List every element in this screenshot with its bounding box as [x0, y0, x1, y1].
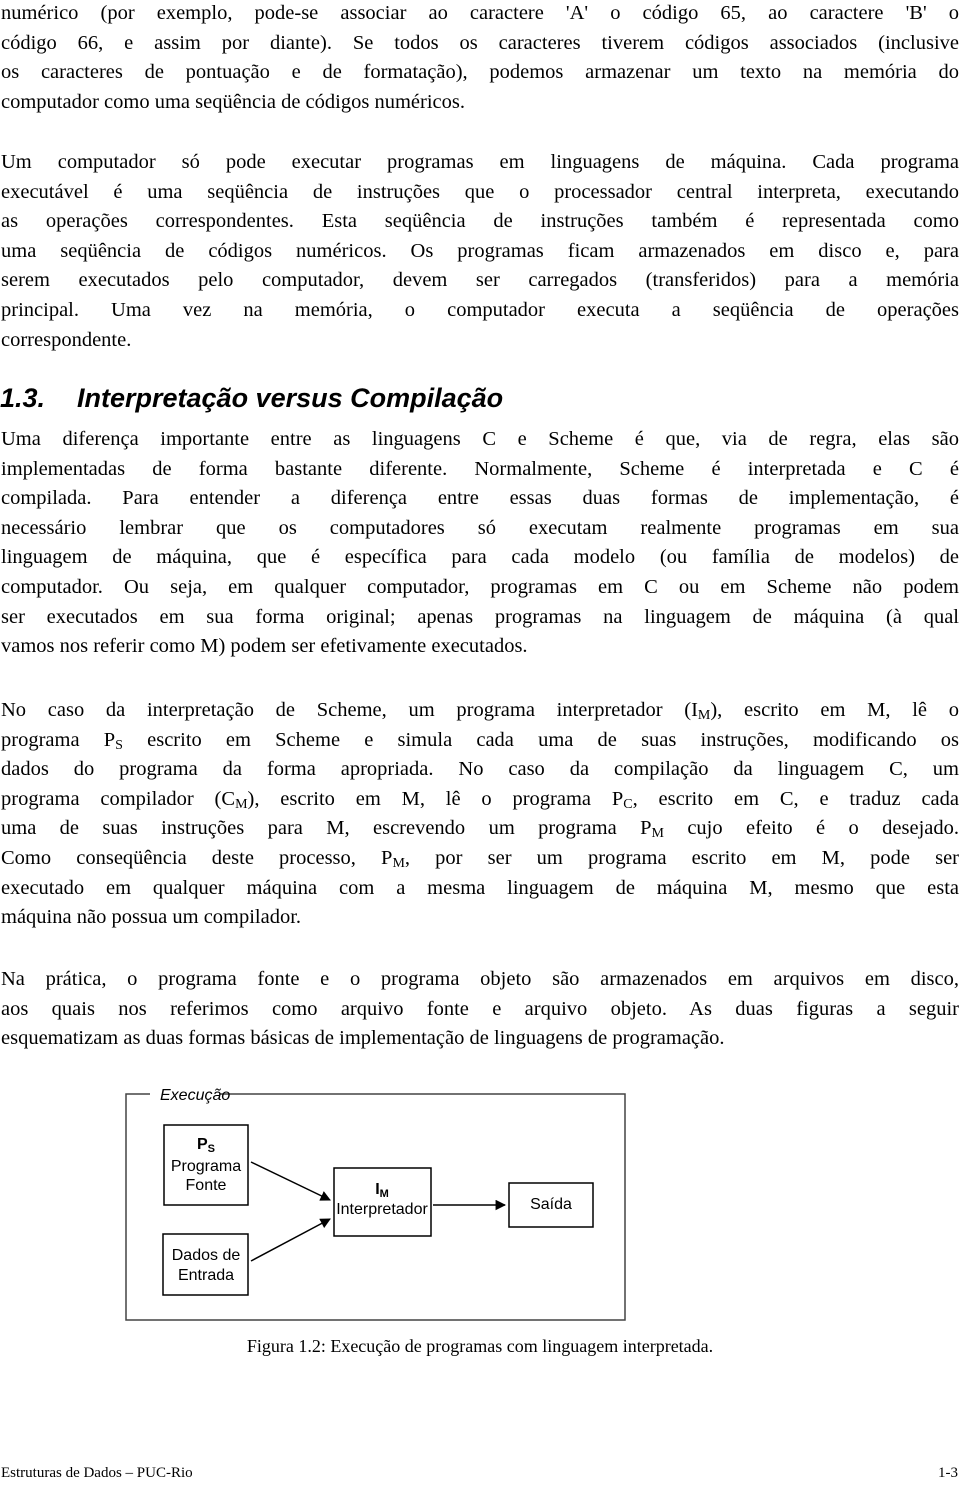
input-data-box [162, 1233, 249, 1296]
text-line: código 66, e assim por diante). Se todos… [1, 31, 959, 54]
text-line: dados do programa da forma apropriada. N… [1, 758, 959, 781]
text-line: aos quais nos referimos como arquivo fon… [1, 997, 959, 1020]
text-line: necessário lembrar que os computadores s… [1, 516, 959, 539]
source-program-line1: Programa [171, 1158, 241, 1175]
input-data-line2: Entrada [178, 1267, 234, 1284]
text-line: computador. Ou seja, em qualquer computa… [1, 575, 959, 598]
section-title: Interpretação versus Compilação [77, 383, 504, 413]
interpreter-label: Interpretador [336, 1201, 428, 1218]
text-line: principal. Uma vez na memória, o computa… [1, 298, 959, 321]
text-line: esquematizam as duas formas básicas de i… [1, 1027, 725, 1050]
footer-course-title: Estruturas de Dados – PUC-Rio [1, 1465, 193, 1481]
paragraph-character-codes: numérico (por exemplo, pode-se associar … [1, 0, 959, 117]
interpreter-box [333, 1167, 432, 1237]
source-program-symbol: PS [197, 1136, 215, 1155]
section-heading: 1.3. Interpretação versus Compilação [0, 383, 503, 414]
text-line: programa PS escrito em Scheme e simula c… [1, 728, 959, 753]
output-box [508, 1182, 594, 1228]
text-line: uma de suas instruções para M, escrevend… [1, 817, 959, 842]
text-line: os caracteres de pontuação e de formataç… [1, 61, 959, 84]
text-line: compilada. Para entender a diferença ent… [1, 487, 959, 510]
interpreter-symbol: IM [375, 1181, 389, 1200]
arrow-input-to-interpreter [250, 1218, 331, 1262]
paragraph-machine-language: Um computador só pode executar programas… [1, 148, 959, 355]
input-data-line1: Dados de [172, 1247, 241, 1264]
source-program-box [163, 1124, 249, 1206]
text-line: Como conseqüência deste processo, PM, po… [1, 846, 959, 871]
text-line: serem executados pelo computador, devem … [1, 269, 959, 292]
text-line: vamos nos referir como M) podem ser efet… [1, 635, 528, 658]
text-line: numérico (por exemplo, pode-se associar … [1, 2, 959, 24]
arrow-source-to-interpreter [250, 1161, 331, 1201]
text-line: executado em qualquer máquina com a mesm… [1, 876, 959, 899]
paragraph-interpretation-compilation: No caso da interpretação de Scheme, um p… [1, 696, 959, 933]
text-line: uma seqüência de códigos numéricos. Os p… [1, 239, 959, 262]
text-line: programa compilador (CM), escrito em M, … [1, 787, 959, 812]
output-label: Saída [530, 1196, 572, 1213]
text-line: as operações correspondentes. Esta seqüê… [1, 210, 959, 233]
execution-frame-label: Execução [160, 1087, 230, 1104]
text-line: No caso da interpretação de Scheme, um p… [1, 699, 959, 723]
paragraph-c-vs-scheme: Uma diferença importante entre as lingua… [1, 425, 959, 662]
figure-caption: Figura 1.2: Execução de programas com li… [246, 1336, 714, 1356]
text-line: correspondente. [1, 328, 132, 351]
text-line: Na prática, o programa fonte e o program… [1, 968, 959, 990]
text-line: Uma diferença importante entre as lingua… [1, 428, 959, 450]
section-number: 1.3. [0, 383, 46, 413]
text-line: máquina não possua um compilador. [1, 906, 302, 929]
paragraph-source-object-files: Na prática, o programa fonte e o program… [1, 965, 959, 1054]
text-line: linguagem de máquina, que é específica p… [1, 546, 959, 569]
text-line: executável é uma seqüência de instruções… [1, 180, 959, 203]
source-program-line2: Fonte [186, 1177, 227, 1194]
text-line: ser executados em sua forma original; ap… [1, 605, 959, 628]
text-line: implementadas de forma bastante diferent… [1, 457, 959, 480]
execution-frame [125, 1093, 626, 1321]
text-line: computador como uma seqüência de códigos… [1, 90, 465, 113]
footer-page-number: 1-3 [938, 1465, 958, 1481]
text-line: Um computador só pode executar programas… [1, 151, 959, 173]
